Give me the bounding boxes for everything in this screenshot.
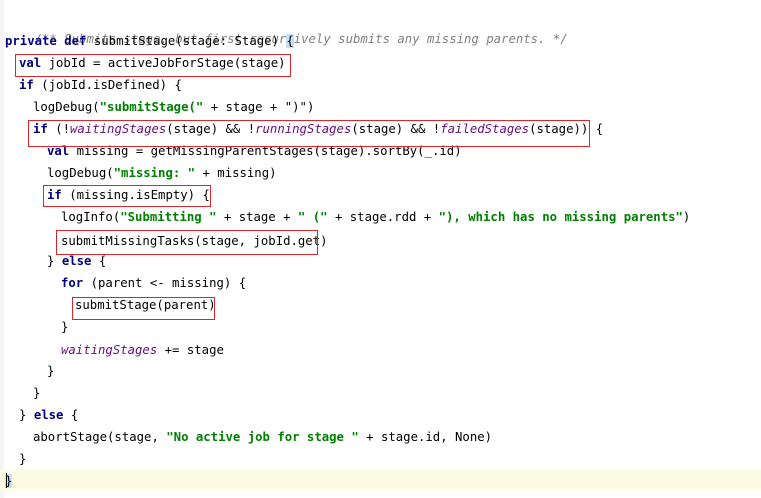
brace-close: } — [47, 364, 55, 378]
brace-close: } — [61, 320, 69, 334]
string-literal: "), which has no missing parents" — [438, 210, 683, 224]
highlight-box-job-id — [15, 54, 291, 77]
code-line-5: logDebug("submitStage(" + stage + ")") — [33, 97, 314, 117]
keyword-else: else — [61, 254, 92, 268]
concat-part: + stage + — [216, 210, 298, 224]
brace-close: } — [33, 386, 41, 400]
brace-open: { — [91, 254, 107, 268]
code-line-2: private def submitStage(stage: Stage) { — [5, 31, 294, 51]
highlight-box-missing-empty — [43, 185, 211, 207]
code-line-17: } — [47, 361, 54, 381]
concat-part: + stage.rdd + — [327, 210, 439, 224]
call-args: + stage.id, None) — [358, 430, 493, 444]
call-log-debug: logDebug( — [47, 166, 114, 180]
call-args: + stage + ")") — [203, 100, 315, 114]
brace-close: } — [19, 408, 34, 422]
if-condition: (jobId.isDefined) { — [41, 78, 182, 92]
keyword-else: else — [33, 408, 64, 422]
code-line-20: abortStage(stage, "No active job for sta… — [33, 427, 492, 447]
code-line-16: waitingStages += stage — [61, 340, 224, 360]
call-abort-stage: abortStage(stage, — [33, 430, 167, 444]
call-close: ) — [682, 210, 691, 224]
code-line-13: for (parent <- missing) { — [61, 273, 246, 293]
string-literal: "No active job for stage " — [166, 430, 359, 444]
code-line-8: logDebug("missing: " + missing) — [47, 163, 277, 183]
text-caret — [6, 473, 7, 488]
code-line-1: /** Submits stage, but first recursively… — [5, 9, 568, 46]
for-generator: (parent <- missing) { — [90, 276, 247, 290]
brace-open: { — [63, 408, 79, 422]
code-line-18: } — [33, 383, 40, 403]
current-line-highlight — [0, 469, 761, 491]
string-literal: "Submitting " — [120, 210, 217, 224]
code-line-15: } — [61, 317, 68, 337]
keyword-private: private — [5, 34, 57, 48]
editor-gutter — [0, 0, 4, 498]
highlight-box-submit-stage-parent — [72, 297, 215, 320]
code-line-19: } else { — [19, 405, 78, 425]
append-stage: += stage — [157, 343, 224, 357]
keyword-def: def — [64, 34, 87, 48]
code-line-21: } — [19, 449, 26, 469]
keyword-for: for — [61, 276, 84, 290]
highlight-box-submit-missing-tasks — [56, 230, 318, 255]
brace-close: } — [19, 452, 27, 466]
call-args: + missing) — [195, 166, 277, 180]
code-line-10: logInfo("Submitting " + stage + " (" + s… — [61, 207, 690, 227]
field-waiting-stages: waitingStages — [61, 343, 158, 357]
highlight-box-stage-condition — [28, 120, 590, 147]
code-line-4: if (jobId.isDefined) { — [19, 75, 182, 95]
brace-close: } — [47, 254, 62, 268]
string-literal: "missing: " — [113, 166, 196, 180]
call-log-debug: logDebug( — [33, 100, 100, 114]
matched-brace: { — [286, 34, 294, 48]
method-signature: submitStage(stage: Stage) — [93, 34, 279, 48]
string-literal: "submitStage(" — [99, 100, 204, 114]
keyword-if: if — [19, 78, 34, 92]
call-log-info: logInfo( — [61, 210, 121, 224]
string-literal: " (" — [297, 210, 328, 224]
